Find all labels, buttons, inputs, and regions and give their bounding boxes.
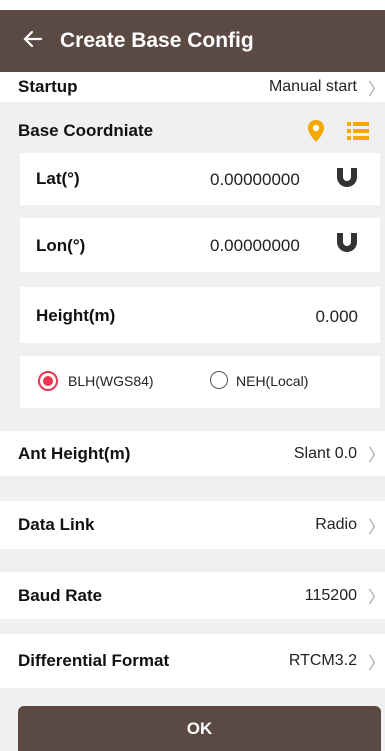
location-pin-icon[interactable] [306, 119, 326, 148]
radio-neh[interactable] [210, 371, 228, 389]
differential-format-value: RTCM3.2 [288, 652, 357, 669]
chevron-right-icon: 〉 [368, 517, 385, 537]
magnet-icon[interactable] [336, 167, 358, 194]
height-value: 0.000 [315, 307, 358, 326]
chevron-right-icon: 〉 [368, 446, 385, 465]
chevron-right-icon: 〉 [368, 653, 385, 673]
lon-value: 0.00000000 [210, 236, 300, 255]
ok-button[interactable]: OK [18, 706, 381, 751]
radio-blh-label[interactable]: BLH(WGS84) [68, 373, 154, 389]
startup-label: Startup [18, 77, 78, 96]
list-icon[interactable] [347, 121, 369, 146]
startup-value: Manual start [268, 78, 357, 95]
app-header: Create Base Config [0, 10, 385, 72]
lat-value: 0.00000000 [210, 170, 300, 189]
chevron-right-icon: 〉 [368, 588, 385, 607]
data-link-value: Radio [315, 516, 357, 533]
baud-rate-label: Baud Rate [18, 585, 103, 605]
height-label: Height(m) [36, 306, 116, 325]
chevron-right-icon: 〉 [368, 79, 385, 99]
coordinate-system-radio-group: BLH(WGS84) NEH(Local) [20, 356, 380, 408]
base-coordinate-title: Base Coordniate [18, 121, 154, 140]
lon-card[interactable]: Lon(°) 0.00000000 [20, 218, 380, 272]
data-link-row[interactable]: Data Link Radio 〉 [0, 501, 385, 549]
ant-height-label: Ant Height(m) [18, 443, 131, 463]
differential-format-row[interactable]: Differential Format RTCM3.2 〉 [0, 634, 385, 688]
data-link-label: Data Link [18, 515, 95, 534]
baud-rate-row[interactable]: Baud Rate 115200 〉 [0, 572, 385, 619]
ant-height-value: Slant 0.0 [293, 444, 357, 462]
lon-label: Lon(°) [36, 236, 86, 255]
radio-neh-label[interactable]: NEH(Local) [236, 373, 308, 389]
radio-blh[interactable] [38, 371, 58, 391]
page-title: Create Base Config [60, 29, 254, 52]
lat-label: Lat(°) [36, 169, 80, 188]
lat-card[interactable]: Lat(°) 0.00000000 [20, 153, 380, 205]
arrow-left-icon[interactable] [22, 28, 50, 55]
status-bar [0, 0, 385, 10]
differential-format-label: Differential Format [18, 651, 170, 670]
baud-rate-value: 115200 [304, 586, 357, 604]
magnet-icon[interactable] [336, 232, 358, 259]
height-card[interactable]: Height(m) 0.000 [20, 287, 380, 343]
startup-row[interactable]: Startup Manual start 〉 [0, 72, 385, 102]
ant-height-row[interactable]: Ant Height(m) Slant 0.0 〉 [0, 431, 385, 476]
